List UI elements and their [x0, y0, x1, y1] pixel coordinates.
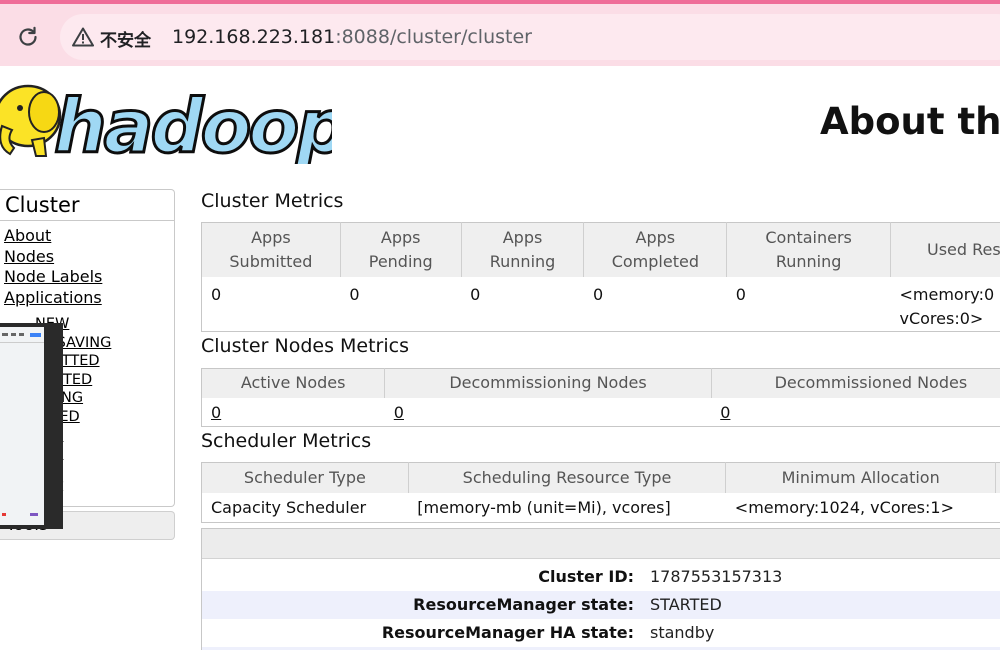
info-row-rm-state: ResourceManager state: STARTED [202, 591, 1000, 619]
info-row-cluster-id: Cluster ID: 1787553157313 [202, 563, 1000, 591]
link-decommissioning-nodes[interactable]: 0 [394, 403, 404, 422]
sidebar-link-nodes[interactable]: Nodes [4, 247, 174, 268]
sidebar-link-about[interactable]: About [4, 226, 174, 247]
cluster-nodes-metrics-title: Cluster Nodes Metrics [201, 335, 409, 357]
table-row: Capacity Scheduler [memory-mb (unit=Mi),… [202, 493, 1000, 523]
elephant-icon [0, 84, 62, 157]
header-apps-completed[interactable]: Apps Completed [583, 222, 728, 277]
value-apps-pending: 0 [349, 284, 360, 304]
header-apps-pending[interactable]: Apps Pending [340, 222, 462, 277]
table-row: 0 0 0 0 0 <memory:0 BvCores:0> [202, 277, 1000, 332]
cluster-nodes-metrics-table: Active Nodes Decommissioning Nodes Decom… [201, 368, 1000, 427]
cluster-metrics-table: Apps Submitted Apps Pending Apps Running Ap… [201, 222, 1000, 332]
scheduler-metrics-title: Scheduler Metrics [201, 430, 372, 452]
info-key: ResourceManager HA state: [381, 623, 634, 642]
info-row-rm-ha-state: ResourceManager HA state: standby [202, 619, 1000, 647]
value-containers-running: 0 [735, 284, 746, 304]
warning-icon[interactable] [72, 27, 94, 47]
address-bar[interactable]: 不安全 192.168.223.181:8088/cluster/cluster [60, 14, 1000, 60]
sidebar-section-cluster[interactable]: Cluster [0, 190, 174, 221]
value-apps-submitted: 0 [211, 284, 222, 304]
page-title: About th [820, 100, 1000, 143]
header-minimum-allocation[interactable]: Minimum Allocation [725, 462, 997, 493]
header-used-resources[interactable]: Used Res [890, 222, 1000, 277]
logo-wordmark: hadoop [54, 84, 332, 164]
link-decommissioned-nodes[interactable]: 0 [720, 403, 730, 422]
url-path: :8088/cluster/cluster [335, 26, 532, 48]
info-key: ResourceManager state: [413, 595, 634, 614]
header-active-nodes[interactable]: Active Nodes [201, 368, 386, 398]
header-scheduler-type[interactable]: Scheduler Type [201, 462, 409, 493]
cluster-info-header [202, 529, 1000, 559]
sidebar-link-node-labels[interactable]: Node Labels [4, 267, 174, 288]
header-scheduling-resource-type[interactable]: Scheduling Resource Type [408, 462, 727, 493]
info-value: 1787553157313 [650, 567, 783, 586]
info-value: standby [650, 623, 715, 642]
thumbnail-preview [0, 327, 44, 525]
value-scheduler-type: Capacity Scheduler [211, 497, 367, 517]
screenshot-thumbnail-overlay[interactable] [0, 323, 63, 529]
browser-toolbar: 不安全 192.168.223.181:8088/cluster/cluster [0, 0, 1000, 66]
not-secure-label[interactable]: 不安全 [100, 26, 151, 51]
header-apps-submitted[interactable]: Apps Submitted [201, 222, 341, 277]
reload-icon[interactable] [13, 22, 43, 52]
header-maximum-allocation[interactable] [995, 462, 1000, 493]
header-containers-running[interactable]: Containers Running [726, 222, 891, 277]
url-host: 192.168.223.181 [172, 26, 336, 48]
sidebar-link-applications[interactable]: Applications [4, 288, 174, 309]
cluster-metrics-title: Cluster Metrics [201, 190, 344, 212]
value-apps-running: 0 [470, 284, 481, 304]
header-apps-running[interactable]: Apps Running [461, 222, 585, 277]
link-active-nodes[interactable]: 0 [211, 403, 221, 422]
table-row: 0 0 0 [202, 398, 1000, 427]
info-key: Cluster ID: [538, 567, 634, 586]
value-minimum-allocation: <memory:1024, vCores:1> [734, 497, 954, 517]
header-decommissioned-nodes[interactable]: Decommissioned Nodes [711, 368, 1000, 398]
value-apps-completed: 0 [592, 284, 604, 304]
value-used-resources: <memory:0 BvCores:0> [899, 284, 1000, 328]
url-text[interactable]: 192.168.223.181:8088/cluster/cluster [172, 26, 532, 48]
hadoop-logo: hadoop [0, 83, 332, 164]
sidebar-links: About Nodes Node Labels Applications [0, 221, 174, 308]
cluster-info-table: Cluster ID: 1787553157313 ResourceManage… [201, 528, 1000, 650]
value-scheduling-resource-type: [memory-mb (unit=Mi), vcores] [417, 497, 671, 517]
header-decommissioning-nodes[interactable]: Decommissioning Nodes [384, 368, 712, 398]
page-content: hadoop About th Cluster About Nodes Node… [0, 66, 1000, 650]
scheduler-metrics-table: Scheduler Type Scheduling Resource Type … [201, 462, 1000, 523]
info-value: STARTED [650, 595, 722, 614]
